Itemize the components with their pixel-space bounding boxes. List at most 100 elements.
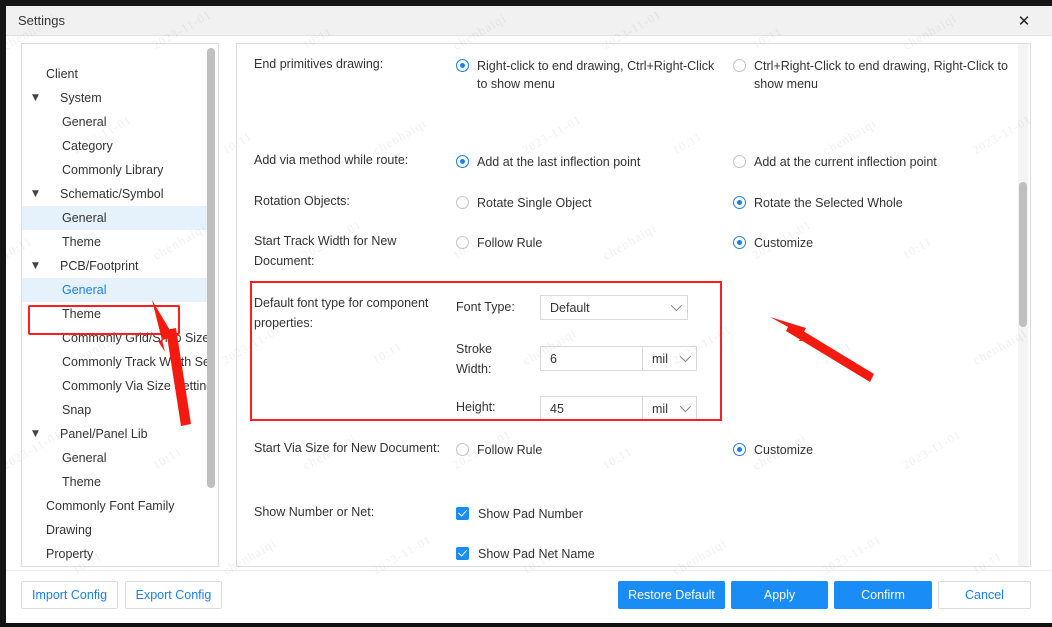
sidebar-item-label: Commonly Library [62, 163, 164, 177]
font-type-select[interactable]: Default [540, 295, 688, 320]
sidebar-item-label: Snap [62, 403, 92, 417]
sidebar-item-label: Drawing [46, 523, 92, 537]
cancel-button[interactable]: Cancel [938, 581, 1031, 609]
radio-label: Customize [754, 236, 814, 250]
title-bar: Settings ✕ [0, 6, 1052, 36]
radio-icon [456, 196, 469, 209]
window-title: Settings [18, 13, 65, 28]
sidebar-item-label: Commonly Track Width Setti [62, 355, 208, 369]
radio-icon [733, 59, 746, 72]
sidebar-item-label: Schematic/Symbol [60, 187, 164, 201]
sidebar-item-label: Property [46, 547, 94, 561]
tree-caret-down-icon[interactable]: ▼ [32, 422, 39, 446]
label-end-primitives: End primitives drawing: [254, 57, 384, 71]
radio-icon [733, 236, 746, 249]
sidebar-item-label: General [62, 211, 107, 225]
label-height: Height: [456, 400, 496, 414]
screen-edge-left [0, 0, 6, 627]
radio-label: Rotate the Selected Whole [754, 196, 903, 210]
apply-button[interactable]: Apply [731, 581, 828, 609]
sidebar-item-label: General [62, 451, 107, 465]
sidebar-item-label: Theme [62, 235, 101, 249]
sidebar-item-label: Panel/Panel Lib [60, 427, 148, 441]
radio-label: Add at the current inflection point [754, 155, 937, 169]
label-show-number-or-net: Show Number or Net: [254, 505, 375, 519]
radio-icon [456, 443, 469, 456]
chevron-down-icon [679, 350, 692, 363]
radio-icon [733, 155, 746, 168]
sidebar-item-label: General [62, 283, 107, 297]
radio-icon [733, 196, 746, 209]
sidebar-item-commonly-via-size-setting[interactable]: Commonly Via Size Setting [22, 374, 208, 398]
export-config-button[interactable]: Export Config [125, 581, 222, 609]
radio-icon [456, 236, 469, 249]
sidebar-item-label: Theme [62, 307, 101, 321]
label-stroke-width: Stroke Width: [456, 342, 493, 376]
sidebar-item-panel-panel-lib[interactable]: ▼ Panel/Panel Lib [22, 422, 208, 446]
sidebar-item-general[interactable]: General [22, 278, 208, 302]
stroke-width-unit-select[interactable]: mil [642, 346, 697, 371]
sidebar-item-label: System [60, 91, 102, 105]
height-input[interactable]: 45 [540, 396, 643, 421]
label-start-via-size: Start Via Size for New Document: [254, 441, 440, 455]
sidebar-item-commonly-font-family[interactable]: Commonly Font Family [22, 494, 208, 518]
radio-icon [456, 59, 469, 72]
sidebar-item-label: Theme [62, 475, 101, 489]
checkbox-label: Show Pad Net Name [478, 547, 595, 561]
dialog-footer: Import Config Export Config Restore Defa… [0, 570, 1052, 623]
sidebar-item-category[interactable]: Category [22, 134, 208, 158]
chevron-down-icon [679, 400, 692, 413]
tree-caret-down-icon[interactable]: ▼ [32, 86, 39, 110]
close-icon[interactable]: ✕ [1004, 6, 1044, 36]
radio-label: Rotate Single Object [477, 196, 592, 210]
label-add-via-method: Add via method while route: [254, 153, 409, 167]
sidebar-item-commonly-grid-snap-size-s[interactable]: Commonly Grid/Snap Size S [22, 326, 208, 350]
sidebar-item-general[interactable]: General [22, 110, 208, 134]
confirm-button[interactable]: Confirm [834, 581, 932, 609]
checkmark-icon [456, 547, 469, 560]
label-rotation-objects: Rotation Objects: [254, 194, 350, 208]
sidebar-item-commonly-track-width-setti[interactable]: Commonly Track Width Setti [22, 350, 208, 374]
content-scrollbar-thumb[interactable] [1019, 182, 1027, 327]
sidebar-item-property[interactable]: Property [22, 542, 208, 566]
sidebar-item-system[interactable]: ▼ System [22, 86, 208, 110]
stroke-width-input[interactable]: 6 [540, 346, 643, 371]
sidebar-scrollbar-thumb[interactable] [207, 48, 215, 488]
sidebar-item-schematic-symbol[interactable]: ▼ Schematic/Symbol [22, 182, 208, 206]
settings-tree[interactable]: Client ▼ System General Category Commonly Lib… [21, 43, 219, 567]
sidebar-item-theme[interactable]: Theme [22, 302, 208, 326]
radio-label: Ctrl+Right-Click to end drawing, Right-C… [754, 59, 1008, 91]
tree-caret-down-icon[interactable]: ▼ [32, 182, 39, 206]
sidebar-item-general[interactable]: General [22, 446, 208, 470]
screen-edge-bottom [0, 623, 1052, 627]
radio-label: Add at the last inflection point [477, 155, 641, 169]
sidebar-item-snap[interactable]: Snap [22, 398, 208, 422]
sidebar-item-label: PCB/Footprint [60, 259, 139, 273]
restore-default-button[interactable]: Restore Default [618, 581, 725, 609]
sidebar-item-theme[interactable]: Theme [22, 470, 208, 494]
sidebar-item-general[interactable]: General [22, 206, 208, 230]
radio-label: Customize [754, 443, 814, 457]
sidebar-item-commonly-library[interactable]: Commonly Library [22, 158, 208, 182]
sidebar-item-label: Commonly Font Family [46, 499, 175, 513]
settings-dialog: 2023-11-0110:11chenhaiqi2023-11-0110:11c… [0, 0, 1052, 627]
sidebar-item-label: Commonly Via Size Setting [62, 379, 208, 393]
sidebar-item-label: Commonly Grid/Snap Size S [62, 331, 208, 345]
sidebar-item-theme[interactable]: Theme [22, 230, 208, 254]
checkmark-icon [456, 507, 469, 520]
import-config-button[interactable]: Import Config [21, 581, 118, 609]
radio-label: Right-click to end drawing, Ctrl+Right-C… [477, 59, 715, 91]
radio-label: Follow Rule [477, 236, 543, 250]
sidebar-item-label: Category [62, 139, 113, 153]
sidebar-item-label: General [62, 115, 107, 129]
settings-content-panel: End primitives drawing: Right-click to e… [236, 43, 1031, 567]
height-unit-select[interactable]: mil [642, 396, 697, 421]
tree-caret-down-icon[interactable]: ▼ [32, 254, 39, 278]
sidebar-item-client[interactable]: Client [22, 62, 208, 86]
stroke-width-value: 6 [550, 352, 557, 366]
sidebar-item-pcb-footprint[interactable]: ▼ PCB/Footprint [22, 254, 208, 278]
sidebar-item-drawing[interactable]: Drawing [22, 518, 208, 542]
radio-label: Follow Rule [477, 443, 543, 457]
checkbox-label: Show Pad Number [478, 507, 583, 521]
label-start-track-width: Start Track Width for New Document: [254, 234, 397, 268]
